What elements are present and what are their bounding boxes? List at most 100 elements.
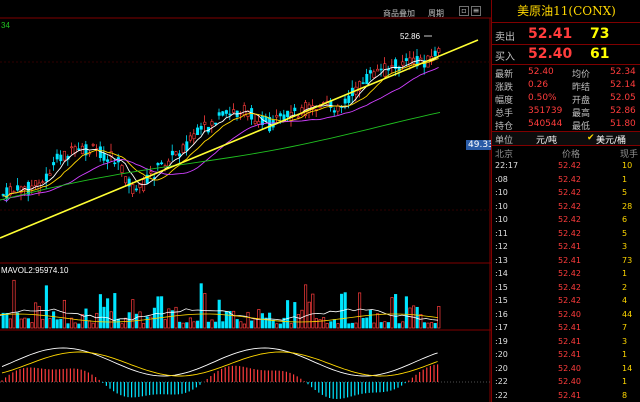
volume-bar (127, 312, 131, 329)
volume-bar (88, 320, 92, 329)
volume-bar (286, 300, 290, 329)
candlestick-chart[interactable]: 52.86 34 MAVOL2:95974.10 (0, 0, 491, 402)
volume-bar (397, 323, 401, 329)
volume-bar (19, 318, 23, 329)
ma-lines-group (0, 56, 441, 202)
candle (62, 150, 66, 161)
bid-row: 买入 52.40 61 (492, 46, 640, 63)
tick-volume: 1 (622, 174, 628, 184)
volume-bar (404, 296, 408, 329)
candle (318, 106, 322, 109)
volume-bar (80, 314, 84, 329)
volume-bar (188, 317, 192, 329)
candle (347, 95, 351, 103)
unit-row: 单位 元/吨 ✔ 美元/桶 (492, 131, 640, 146)
candle (404, 58, 408, 62)
tick-row: :19 52.41 3 (492, 335, 640, 349)
tick-price: 52.42 (558, 228, 581, 238)
volume-bars-group (0, 279, 441, 329)
high-price-callout: 52.86 (400, 32, 421, 41)
candle (437, 48, 441, 53)
tick-time: :17 (495, 323, 508, 332)
ticks-list[interactable]: 22:17 52.42 10:08 52.42 1:10 52.42 5:10 52.42 28… (492, 159, 640, 402)
stat-value: 52.86 (610, 106, 636, 116)
ask-volume: 73 (590, 26, 610, 42)
candle (52, 162, 56, 166)
tick-price: 52.42 (558, 215, 581, 224)
volume-bar (34, 302, 38, 329)
volume-bar (55, 319, 59, 329)
stat-row: 持仓 540544 最低 51.80 (492, 118, 640, 132)
stat-value: 52.34 (610, 67, 636, 77)
volume-bar (163, 319, 167, 329)
volume-bar (433, 323, 437, 329)
tick-time: :10 (495, 215, 508, 224)
currency-value[interactable]: 美元/桶 (596, 133, 626, 146)
ask-label: 卖出 (495, 32, 515, 43)
candle (390, 65, 394, 68)
volume-bar (70, 317, 74, 329)
currency-checkbox[interactable]: ✔ (587, 133, 595, 143)
tick-price: 52.42 (558, 174, 581, 184)
tick-time: :15 (495, 296, 508, 305)
overlay-commodity-button[interactable]: 商品叠加 (383, 8, 415, 19)
ma-line-green (0, 111, 441, 201)
candle (368, 70, 372, 74)
volume-bar (419, 314, 423, 329)
volume-bar (253, 318, 257, 329)
tick-time: :14 (495, 269, 508, 278)
volume-bar (242, 323, 246, 329)
tick-time: :15 (495, 282, 508, 292)
divider (492, 64, 640, 65)
chart-area[interactable]: 52.86 34 MAVOL2:95974.10 商品叠加 周期 ▫ ≡ 49.… (0, 0, 496, 402)
tick-row: 22:17 52.42 10 (492, 159, 640, 173)
volume-bar (239, 321, 243, 329)
stat-value: 351739 (528, 106, 563, 116)
volume-bar (30, 322, 34, 329)
trend-line (0, 39, 479, 239)
volume-bar (91, 322, 95, 329)
volume-bar (206, 321, 210, 329)
candle (224, 110, 228, 114)
volume-bar (156, 296, 160, 329)
tick-row: :10 52.42 5 (492, 186, 640, 200)
volume-bar (26, 318, 30, 329)
volume-bar (415, 306, 419, 329)
tick-volume: 3 (622, 242, 628, 251)
ma-line-purple (2, 66, 439, 202)
tick-price: 52.42 (558, 282, 581, 292)
volume-bar (221, 321, 225, 329)
candle (160, 162, 164, 165)
tick-price: 52.42 (558, 188, 581, 197)
candle (293, 107, 297, 112)
volume-bar (260, 313, 264, 329)
volume-bar (379, 322, 383, 329)
tick-price: 52.41 (558, 350, 581, 359)
volume-bar (106, 298, 110, 329)
candle (192, 133, 196, 140)
ticks-header: 北京 价格 现手 (492, 146, 640, 160)
candle (12, 191, 16, 193)
volume-bar (142, 323, 146, 329)
tick-row: :17 52.41 7 (492, 321, 640, 335)
volume-bar (192, 321, 196, 329)
volume-bar (12, 279, 16, 329)
volume-bar (23, 317, 27, 329)
period-button[interactable]: 周期 (428, 8, 444, 19)
candle (16, 185, 20, 191)
volume-bar (48, 318, 52, 329)
tick-volume: 1 (622, 377, 628, 386)
candle (217, 112, 221, 116)
volume-bar (95, 312, 99, 329)
volume-bar (354, 322, 358, 329)
volume-bar (113, 293, 117, 329)
candle (113, 162, 117, 165)
menu-icon[interactable]: ≡ (471, 6, 481, 16)
stat-row: 总手 351739 最高 52.86 (492, 105, 640, 119)
volume-bar (372, 322, 376, 329)
ask-row: 卖出 52.41 73 (492, 26, 640, 43)
volume-bar (296, 314, 300, 329)
volume-bar (131, 299, 135, 329)
volume-bar (401, 321, 405, 329)
restore-icon[interactable]: ▫ (459, 6, 469, 16)
